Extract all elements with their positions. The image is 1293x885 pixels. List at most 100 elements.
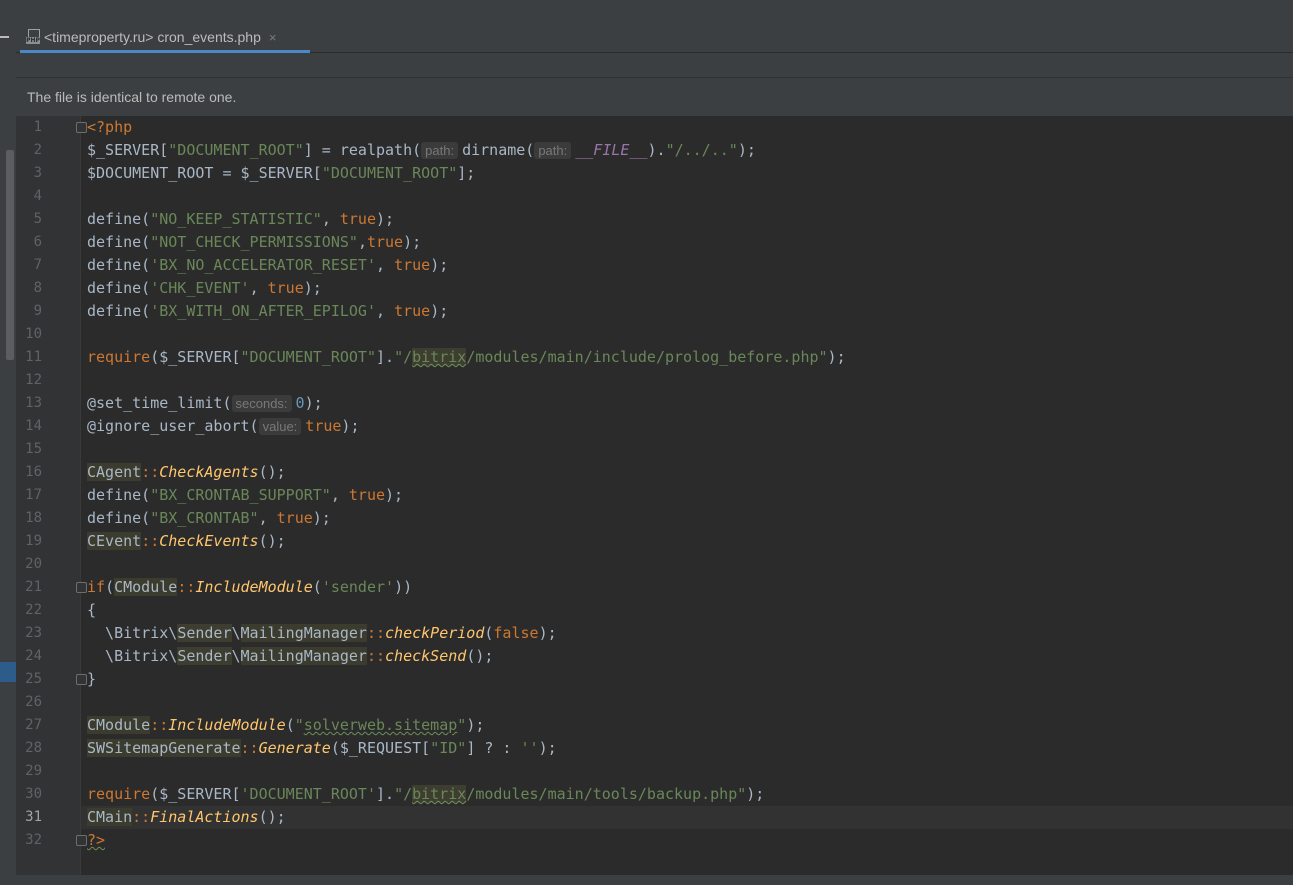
fold-marker-icon[interactable] <box>76 122 87 133</box>
status-bar <box>0 875 1293 885</box>
code-token: " <box>457 716 467 734</box>
code-token: "DOCUMENT_ROOT" <box>240 348 376 366</box>
code-token: ); <box>304 394 323 412</box>
php-file-icon: PHP <box>26 29 40 45</box>
line-number: 23 <box>25 625 42 641</box>
code-token: , <box>321 210 340 228</box>
code-line[interactable]: \Bitrix\Sender\MailingManager::checkSend… <box>87 645 493 668</box>
code-token: :: <box>240 739 259 757</box>
line-number: 9 <box>33 303 42 319</box>
code-token: CAgent <box>87 463 142 481</box>
code-line[interactable]: SWSitemapGenerate::Generate($_REQUEST["I… <box>87 737 557 760</box>
code-token: 0 <box>295 394 305 412</box>
code-token: "DOCUMENT_ROOT" <box>168 141 304 159</box>
code-token: @set_time_limit( <box>87 394 232 412</box>
fold-marker-icon[interactable] <box>76 674 87 685</box>
code-token: 'BX_WITH_ON_AFTER_EPILOG' <box>150 302 376 320</box>
code-token: $DOCUMENT_ROOT = $_SERVER[ <box>87 164 322 182</box>
toolbar-gap <box>16 53 1293 77</box>
code-token: :: <box>141 463 160 481</box>
tab-cron-events[interactable]: PHP <timeproperty.ru> cron_events.php × <box>20 24 310 53</box>
tab-close-icon[interactable]: × <box>269 30 277 45</box>
parameter-hint: path: <box>421 142 459 159</box>
code-token: \Bitrix\ <box>87 624 178 642</box>
code-line[interactable]: define("NO_KEEP_STATISTIC", true); <box>87 208 394 231</box>
code-line[interactable]: @ignore_user_abort(value: true); <box>87 415 359 438</box>
code-line[interactable]: define("NOT_CHECK_PERMISSIONS",true); <box>87 231 421 254</box>
code-token: \ <box>231 624 241 642</box>
code-line[interactable]: require($_SERVER["DOCUMENT_ROOT"]."/bitr… <box>87 346 846 369</box>
code-token: ); <box>312 509 331 527</box>
code-line[interactable]: CEvent::CheckEvents(); <box>87 530 286 553</box>
code-token: "NO_KEEP_STATISTIC" <box>150 210 322 228</box>
code-line[interactable]: ?> <box>87 829 105 852</box>
code-token: true <box>394 302 431 320</box>
code-token: true <box>267 279 304 297</box>
code-token: true <box>276 509 313 527</box>
code-token: ($_REQUEST[ <box>330 739 431 757</box>
code-token: require <box>87 785 151 803</box>
line-number: 25 <box>25 671 42 687</box>
code-token: __FILE__ <box>575 141 648 159</box>
line-number: 6 <box>33 234 42 250</box>
code-token: )) <box>394 578 413 596</box>
code-line[interactable]: CModule::IncludeModule("solverweb.sitema… <box>87 714 484 737</box>
line-number: 13 <box>25 395 42 411</box>
line-number: 3 <box>33 165 42 181</box>
parameter-hint: seconds: <box>231 395 292 412</box>
code-token: true <box>366 233 404 251</box>
line-number: 26 <box>25 694 42 710</box>
code-line[interactable]: define('BX_NO_ACCELERATOR_RESET', true); <box>87 254 448 277</box>
code-token: ] ? : <box>466 739 521 757</box>
code-line[interactable]: if(CModule::IncludeModule('sender')) <box>87 576 412 599</box>
code-token: IncludeModule <box>195 578 313 596</box>
code-token: , <box>330 486 349 504</box>
code-token: , <box>376 302 395 320</box>
code-line[interactable]: } <box>87 668 96 691</box>
minimize-icon[interactable] <box>0 36 9 38</box>
code-token: (); <box>258 532 286 550</box>
code-line[interactable]: define("BX_CRONTAB_SUPPORT", true); <box>87 484 403 507</box>
fold-marker-icon[interactable] <box>76 835 87 846</box>
code-token: define( <box>87 279 151 297</box>
code-token: MailingManager <box>240 647 367 665</box>
code-token: true <box>348 486 386 504</box>
code-token: ); <box>430 302 449 320</box>
code-token: define( <box>87 486 151 504</box>
code-token: bitrix <box>412 348 467 366</box>
code-line[interactable]: \Bitrix\Sender\MailingManager::checkPeri… <box>87 622 557 645</box>
code-token: true <box>394 256 431 274</box>
code-token: , <box>258 509 277 527</box>
code-line[interactable]: $DOCUMENT_ROOT = $_SERVER["DOCUMENT_ROOT… <box>87 162 475 185</box>
code-line[interactable]: CAgent::CheckAgents(); <box>87 461 286 484</box>
code-token: require <box>87 348 151 366</box>
code-token: Sender <box>177 624 232 642</box>
code-line[interactable]: define("BX_CRONTAB", true); <box>87 507 331 530</box>
code-token: $_SERVER[ <box>87 141 169 159</box>
code-token: :: <box>177 578 196 596</box>
code-token: ); <box>737 141 756 159</box>
code-line[interactable]: define('CHK_EVENT', true); <box>87 277 322 300</box>
fold-marker-icon[interactable] <box>76 582 87 593</box>
code-line[interactable]: CMain::FinalActions(); <box>87 806 286 829</box>
code-line[interactable]: <?php <box>87 116 132 139</box>
code-token: 'sender' <box>321 578 395 596</box>
code-token: "DOCUMENT_ROOT" <box>321 164 458 182</box>
line-number: 17 <box>25 487 42 503</box>
code-line[interactable]: require($_SERVER['DOCUMENT_ROOT']."/bitr… <box>87 783 764 806</box>
code-token: ]. <box>376 348 395 366</box>
code-token: CModule <box>87 716 151 734</box>
line-number: 16 <box>25 464 42 480</box>
left-scrollbar-thumb[interactable] <box>6 150 14 360</box>
code-token: SWSitemapGenerate <box>87 739 241 757</box>
code-line[interactable]: { <box>87 599 96 622</box>
code-line[interactable]: define('BX_WITH_ON_AFTER_EPILOG', true); <box>87 300 448 323</box>
line-number: 1 <box>33 119 42 135</box>
code-line[interactable]: @set_time_limit(seconds: 0); <box>87 392 323 415</box>
code-editor[interactable]: 1 2 3 4 5 6 7 8 9 10 11 12 13 14 15 16 17 18 19 20 21 22 23 24 2… <box>16 116 1293 875</box>
code-token: define( <box>87 509 151 527</box>
code-token: '' <box>520 739 539 757</box>
code-line[interactable]: $_SERVER["DOCUMENT_ROOT"] = realpath(pat… <box>87 139 756 162</box>
code-token: "BX_CRONTAB_SUPPORT" <box>150 486 331 504</box>
code-token: ); <box>466 716 485 734</box>
